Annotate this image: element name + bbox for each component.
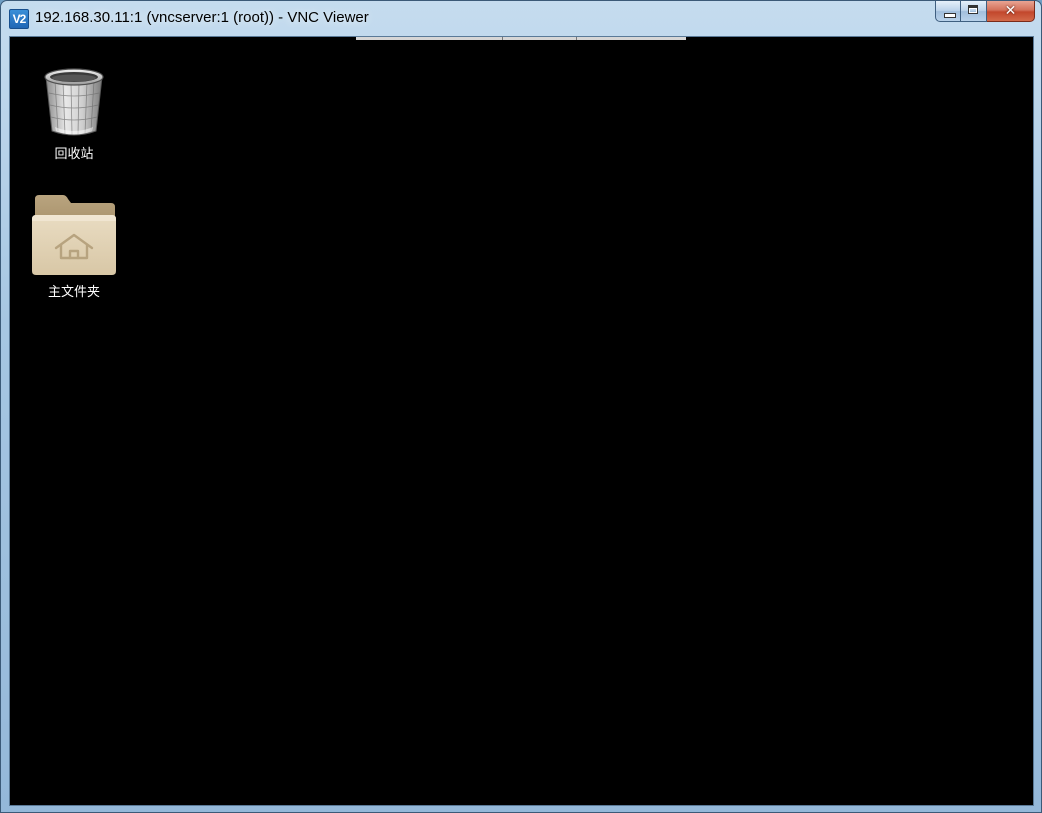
minimize-icon: [944, 13, 956, 18]
maximize-button[interactable]: [961, 1, 987, 22]
minimize-button[interactable]: [935, 1, 961, 22]
title-bar[interactable]: V2 192.168.30.11:1 (vncserver:1 (root)) …: [1, 1, 1041, 35]
desktop-icon-home-folder[interactable]: 主文件夹: [24, 193, 124, 300]
vnc-toolbar-handle[interactable]: [356, 37, 686, 40]
window-title: 192.168.30.11:1 (vncserver:1 (root)) - V…: [35, 9, 369, 26]
remote-desktop-area[interactable]: 回收站 主文件夹: [9, 36, 1034, 806]
desktop-icon-label: 回收站: [54, 147, 94, 162]
desktop-icon-trash[interactable]: 回收站: [24, 65, 124, 162]
vnc-app-icon[interactable]: V2: [9, 9, 29, 29]
desktop-icon-label: 主文件夹: [47, 285, 100, 300]
close-button[interactable]: ✕: [987, 1, 1035, 22]
close-icon: ✕: [1004, 3, 1017, 19]
home-folder-icon: [32, 195, 116, 275]
maximize-icon: [968, 5, 978, 14]
caption-buttons: ✕: [935, 1, 1035, 23]
trash-icon: [44, 68, 104, 136]
vnc-viewer-window: V2 192.168.30.11:1 (vncserver:1 (root)) …: [0, 0, 1042, 813]
